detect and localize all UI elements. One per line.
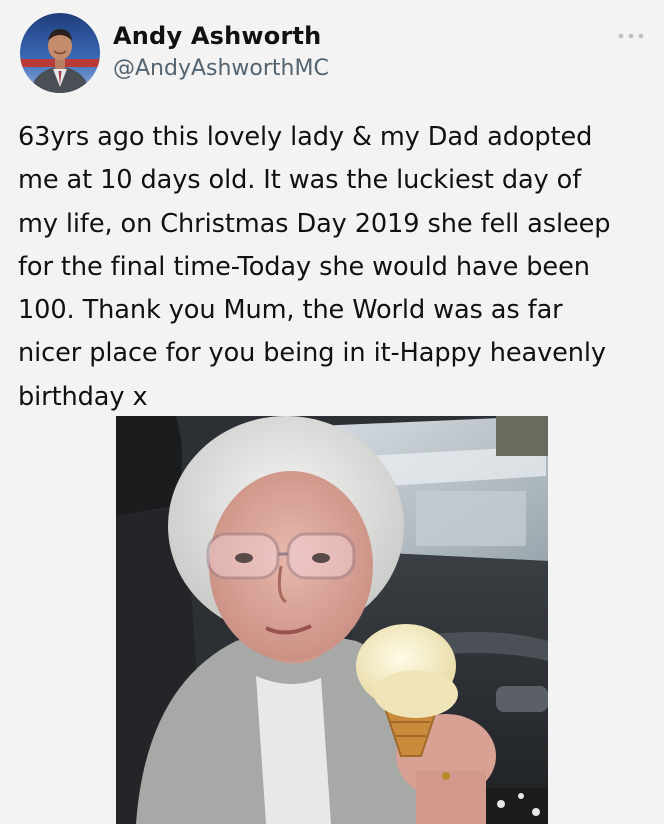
author-name[interactable]: Andy Ashworth xyxy=(113,22,321,50)
tweet-card: Andy Ashworth @AndyAshworthMC 63yrs ago … xyxy=(0,0,664,824)
tweet-photo[interactable] xyxy=(116,416,548,824)
more-options-icon[interactable] xyxy=(614,24,648,48)
author-handle[interactable]: @AndyAshworthMC xyxy=(113,56,329,81)
tweet-text: 63yrs ago this lovely lady & my Dad adop… xyxy=(18,122,611,412)
photo-image xyxy=(116,416,548,824)
avatar-image xyxy=(20,13,100,93)
author-avatar[interactable] xyxy=(20,13,100,93)
